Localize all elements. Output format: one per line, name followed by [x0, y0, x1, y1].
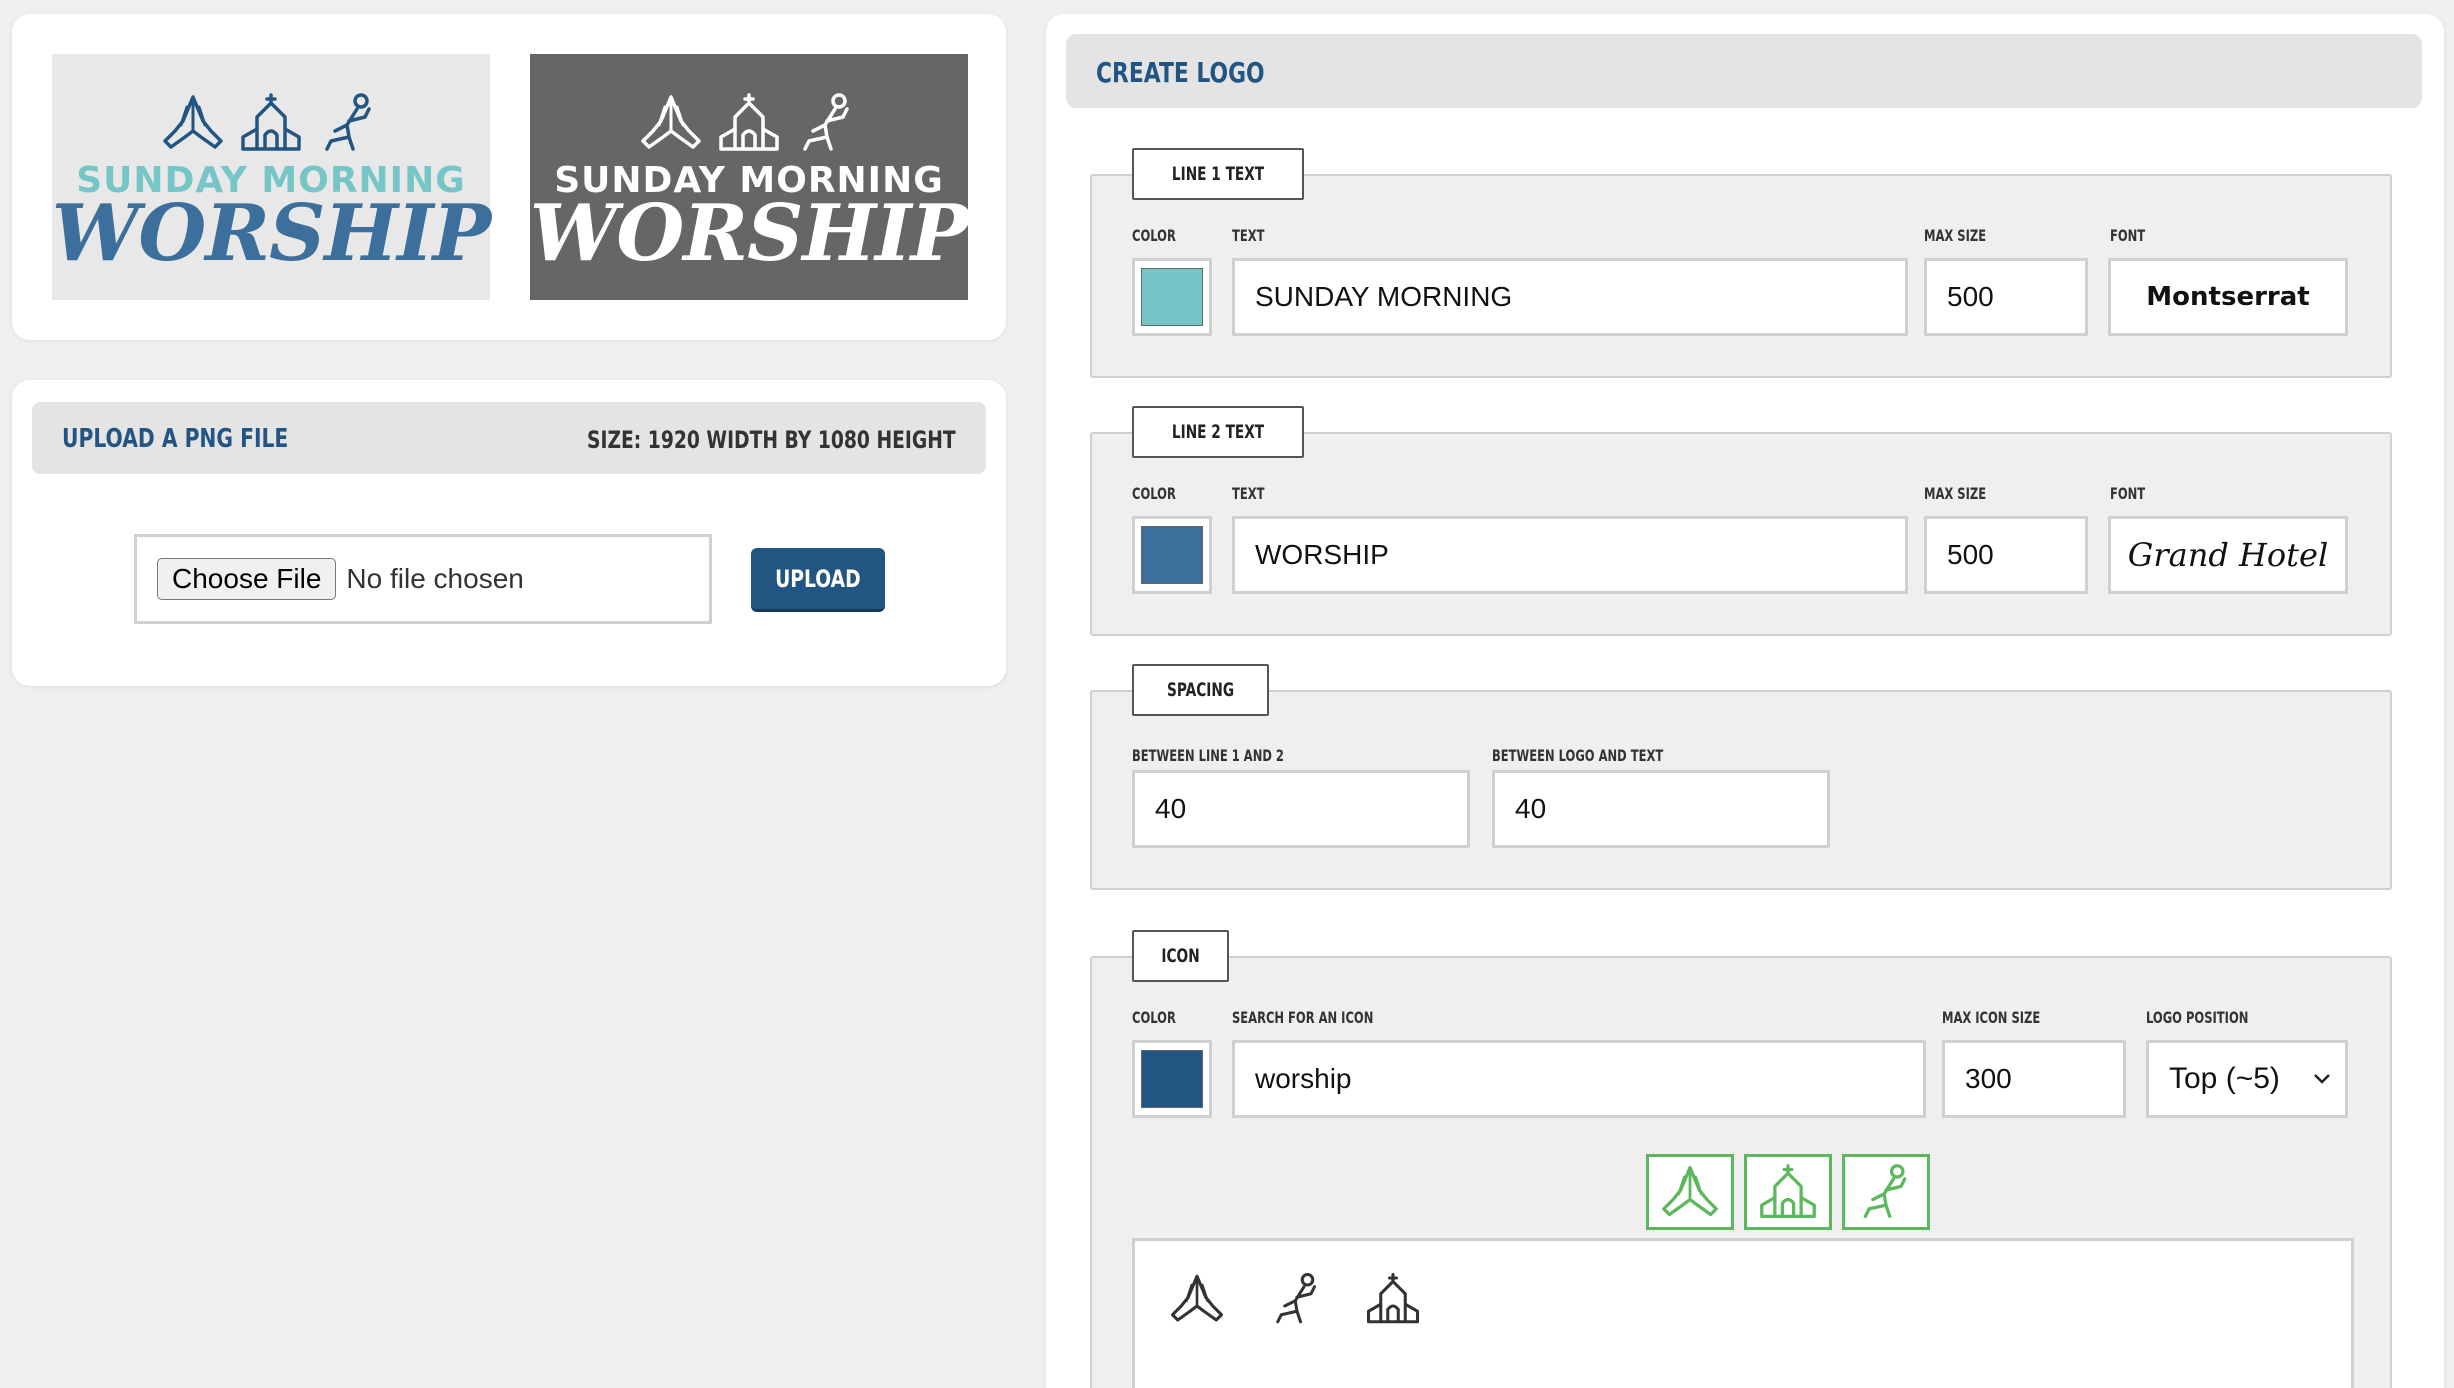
upload-panel: UPLOAD A PNG FILE SIZE: 1920 WIDTH BY 10… [12, 380, 1006, 686]
icon-search-results [1132, 1238, 2354, 1388]
praying-hands-icon [1659, 1162, 1721, 1222]
line2-color-label: COLOR [1132, 484, 1176, 503]
spacing-legend-text: SPACING [1167, 679, 1235, 701]
preview-icons [639, 85, 859, 155]
line1-text-label: TEXT [1232, 226, 1265, 245]
line2-max-size-input[interactable]: 500 [1924, 516, 2088, 594]
between-lines-input[interactable]: 40 [1132, 770, 1470, 848]
line1-font-name: Montserrat [2146, 282, 2310, 312]
line1-font-selector[interactable]: Montserrat [2108, 258, 2348, 336]
between-lines-label: BETWEEN LINE 1 AND 2 [1132, 746, 1284, 765]
no-file-text: No file chosen [346, 563, 524, 594]
church-icon [239, 91, 303, 155]
line2-fieldset: LINE 2 TEXT COLOR TEXT MAX SIZE FONT WOR… [1090, 406, 2392, 636]
logo-preview-dark: SUNDAY MORNING WORSHIP [529, 54, 970, 300]
create-logo-header: CREATE LOGO [1066, 34, 2422, 108]
icon-color-picker[interactable] [1132, 1040, 1212, 1118]
icon-color-label: COLOR [1132, 1008, 1176, 1027]
line2-font-selector[interactable]: Grand Hotel [2108, 516, 2348, 594]
kneeling-person-icon [795, 91, 859, 155]
spacing-fieldset: SPACING BETWEEN LINE 1 AND 2 BETWEEN LOG… [1090, 664, 2392, 890]
preview-line2: WORSHIP [51, 188, 492, 279]
icon-fieldset: ICON COLOR SEARCH FOR AN ICON MAX ICON S… [1090, 930, 2392, 1388]
icon-legend: ICON [1132, 930, 1230, 982]
line1-max-size-input[interactable]: 500 [1924, 258, 2088, 336]
line2-max-label: MAX SIZE [1924, 484, 1987, 503]
line1-max-label: MAX SIZE [1924, 226, 1987, 245]
icon-max-label: MAX ICON SIZE [1942, 1008, 2041, 1027]
preview-line2: WORSHIP [529, 188, 970, 279]
kneeling-person-icon[interactable] [1269, 1271, 1325, 1327]
logo-preview-light: SUNDAY MORNING WORSHIP [51, 54, 492, 300]
choose-file-button[interactable]: Choose File [157, 558, 337, 600]
logo-preview-panel: SUNDAY MORNING WORSHIP SUNDAY MORNING WO… [12, 14, 1006, 340]
praying-hands-icon [161, 91, 225, 155]
church-icon [1757, 1162, 1819, 1222]
selected-icon-church[interactable] [1744, 1154, 1832, 1230]
line1-legend-text: LINE 1 TEXT [1171, 163, 1265, 185]
line1-legend: LINE 1 TEXT [1132, 148, 1305, 200]
chevron-down-icon [2314, 1074, 2330, 1084]
line2-legend-text: LINE 2 TEXT [1171, 421, 1265, 443]
upload-size-note: SIZE: 1920 WIDTH BY 1080 HEIGHT [587, 426, 956, 454]
between-logo-input[interactable]: 40 [1492, 770, 1830, 848]
upload-title: UPLOAD A PNG FILE [62, 424, 289, 454]
kneeling-person-icon [1855, 1162, 1917, 1222]
line2-color-picker[interactable] [1132, 516, 1212, 594]
logo-position-select[interactable]: Top (~5) [2146, 1040, 2348, 1118]
upload-button[interactable]: UPLOAD [751, 548, 885, 612]
icon-search-label: SEARCH FOR AN ICON [1232, 1008, 1374, 1027]
line1-font-label: FONT [2110, 226, 2146, 245]
preview-icons [161, 85, 381, 155]
church-icon[interactable] [1365, 1271, 1421, 1327]
logo-position-label: LOGO POSITION [2146, 1008, 2249, 1027]
selected-icon-praying-hands[interactable] [1646, 1154, 1734, 1230]
line2-legend: LINE 2 TEXT [1132, 406, 1305, 458]
logo-position-value: Top (~5) [2169, 1062, 2280, 1095]
selected-icon-kneeling-person[interactable] [1842, 1154, 1930, 1230]
church-icon [717, 91, 781, 155]
create-logo-title: CREATE LOGO [1096, 56, 1265, 89]
upload-header: UPLOAD A PNG FILE SIZE: 1920 WIDTH BY 10… [32, 402, 986, 474]
praying-hands-icon[interactable] [1169, 1271, 1225, 1327]
line1-fieldset: LINE 1 TEXT COLOR TEXT MAX SIZE FONT SUN… [1090, 148, 2392, 378]
upload-button-label: UPLOAD [775, 564, 861, 593]
line2-text-input[interactable]: WORSHIP [1232, 516, 1908, 594]
praying-hands-icon [639, 91, 703, 155]
line1-text-input[interactable]: SUNDAY MORNING [1232, 258, 1908, 336]
icon-legend-text: ICON [1161, 945, 1200, 967]
spacing-legend: SPACING [1132, 664, 1270, 716]
file-input[interactable]: Choose File No file chosen [134, 534, 712, 624]
create-logo-panel: CREATE LOGO LINE 1 TEXT COLOR TEXT MAX S… [1046, 14, 2444, 1388]
line2-font-label: FONT [2110, 484, 2146, 503]
kneeling-person-icon [317, 91, 381, 155]
line1-color-label: COLOR [1132, 226, 1176, 245]
between-logo-label: BETWEEN LOGO AND TEXT [1492, 746, 1664, 765]
line2-font-name: Grand Hotel [2127, 536, 2329, 574]
line2-text-label: TEXT [1232, 484, 1265, 503]
icon-max-size-input[interactable]: 300 [1942, 1040, 2126, 1118]
line1-color-picker[interactable] [1132, 258, 1212, 336]
icon-search-input[interactable]: worship [1232, 1040, 1926, 1118]
